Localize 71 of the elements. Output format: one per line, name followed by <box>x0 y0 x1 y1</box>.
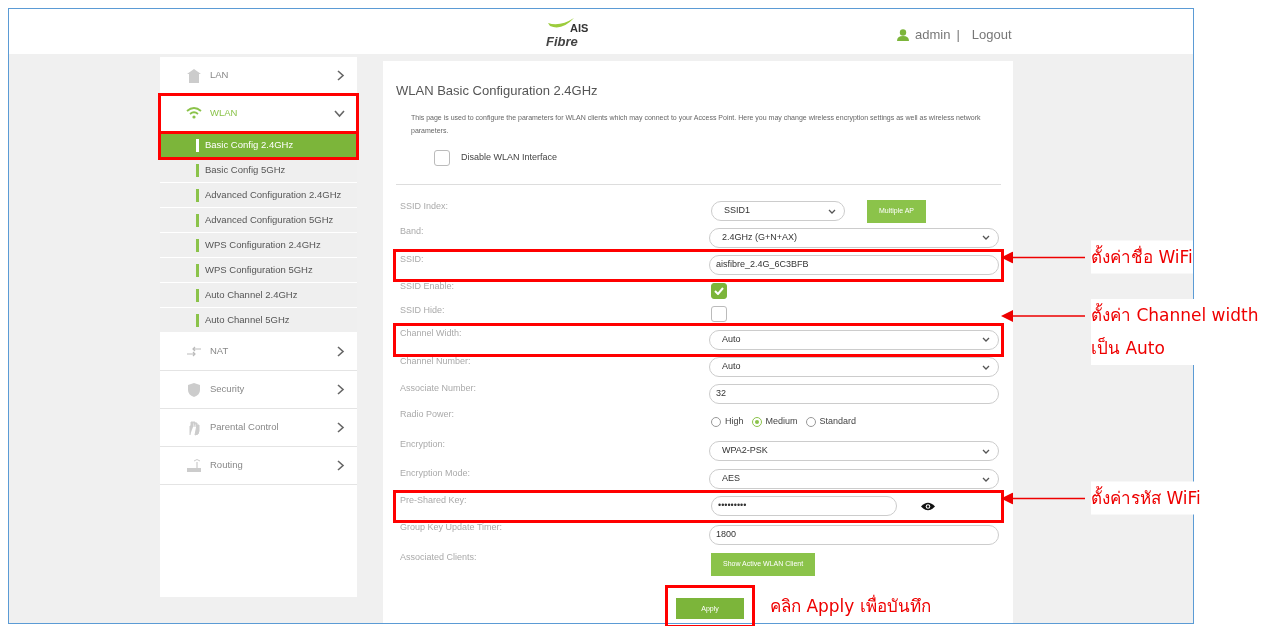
user-icon <box>897 28 909 41</box>
submenu-item[interactable]: WPS Configuration 5GHz <box>160 258 357 283</box>
select-field[interactable]: SSID1 <box>711 201 845 222</box>
chevron-down-icon <box>828 208 836 214</box>
annotation-text: ตั้งค่ารหัส WiFi <box>1091 481 1201 515</box>
checkbox[interactable] <box>711 306 727 323</box>
annotation-text: คลิก Apply เพื่อบันทึก <box>770 593 931 618</box>
checkmark-icon <box>714 286 724 295</box>
chevron-right-icon <box>336 421 345 434</box>
input-field[interactable]: aisfibre_2.4G_6C3BFB <box>709 255 999 276</box>
select-field[interactable]: Auto <box>709 357 999 378</box>
house-icon <box>186 67 202 84</box>
field-label: SSID Index: <box>400 199 450 213</box>
radio-label: Standard <box>819 414 857 428</box>
chevron-right-icon <box>336 69 345 82</box>
field-label: Encryption: <box>400 437 447 451</box>
chevron-down-icon <box>982 476 990 482</box>
chevron-down-icon <box>982 448 990 454</box>
sidebar-item[interactable]: Security <box>160 371 357 409</box>
checkbox[interactable] <box>711 282 727 299</box>
chevron-down-icon <box>982 235 990 241</box>
chevron-right-icon <box>336 459 345 472</box>
field-label: Pre-Shared Key: <box>400 493 468 507</box>
annotation-text: ตั้งค่าชื่อ WiFi <box>1091 240 1193 274</box>
chevron-right-icon <box>336 383 345 396</box>
select-field[interactable]: 2.4GHz (G+N+AX) <box>709 227 999 248</box>
field-label: Channel Number: <box>400 354 472 368</box>
sidebar-item[interactable]: LAN <box>160 57 357 95</box>
field-label: SSID: <box>400 252 425 266</box>
select-field[interactable]: WPA2-PSK <box>709 441 999 462</box>
submenu-item[interactable]: Auto Channel 2.4GHz <box>160 283 357 308</box>
checkbox[interactable] <box>434 149 450 166</box>
eye-icon[interactable] <box>921 501 935 511</box>
user-name: admin <box>915 26 951 44</box>
field-label: SSID Hide: <box>400 303 446 317</box>
chevron-down-icon <box>982 364 990 370</box>
input-field[interactable]: 1800 <box>709 524 999 545</box>
field-label: Associate Number: <box>400 381 478 395</box>
field-label: Associated Clients: <box>400 550 478 564</box>
field-label: Channel Width: <box>400 326 463 340</box>
field-label: Encryption Mode: <box>400 466 472 480</box>
submenu-item[interactable]: Advanced Configuration 2.4GHz <box>160 183 357 208</box>
password-field[interactable]: ••••••••• <box>711 496 897 517</box>
field-label: Group Key Update Timer: <box>400 520 504 534</box>
sidebar-item[interactable]: Parental Control <box>160 409 357 447</box>
chevron-down-icon <box>334 109 345 118</box>
page-title: WLAN Basic Configuration 2.4GHz <box>396 83 599 99</box>
router-icon <box>186 457 202 474</box>
logo: AIS Fibre <box>546 17 596 51</box>
field-label: Radio Power: <box>400 407 456 421</box>
input-field[interactable]: 32 <box>709 383 999 404</box>
checkbox-label: Disable WLAN Interface <box>461 150 558 164</box>
select-field[interactable]: Auto <box>709 329 999 350</box>
submenu-item[interactable]: WPS Configuration 2.4GHz <box>160 233 357 258</box>
submenu-item[interactable]: Basic Config 5GHz <box>160 158 357 183</box>
logout-link[interactable]: Logout <box>971 25 1012 45</box>
sidebar-item[interactable]: Routing <box>160 447 357 485</box>
submenu-item[interactable]: Advanced Configuration 5GHz <box>160 208 357 233</box>
field-label: Band: <box>400 224 425 238</box>
sidebar-item[interactable]: NAT <box>160 333 357 371</box>
annotation-text: ตั้งค่า Channel width เป็น Auto <box>1091 298 1259 365</box>
radio-label: High <box>725 414 744 428</box>
shield-icon <box>186 381 202 398</box>
separator: | <box>956 26 960 44</box>
chevron-right-icon <box>336 345 345 358</box>
hand-icon <box>186 419 202 436</box>
radio-label: Medium <box>765 414 798 428</box>
chevron-down-icon <box>982 337 990 343</box>
select-field[interactable]: AES <box>709 469 999 490</box>
submenu-item[interactable]: Auto Channel 5GHz <box>160 308 357 333</box>
field-label: SSID Enable: <box>400 279 456 293</box>
